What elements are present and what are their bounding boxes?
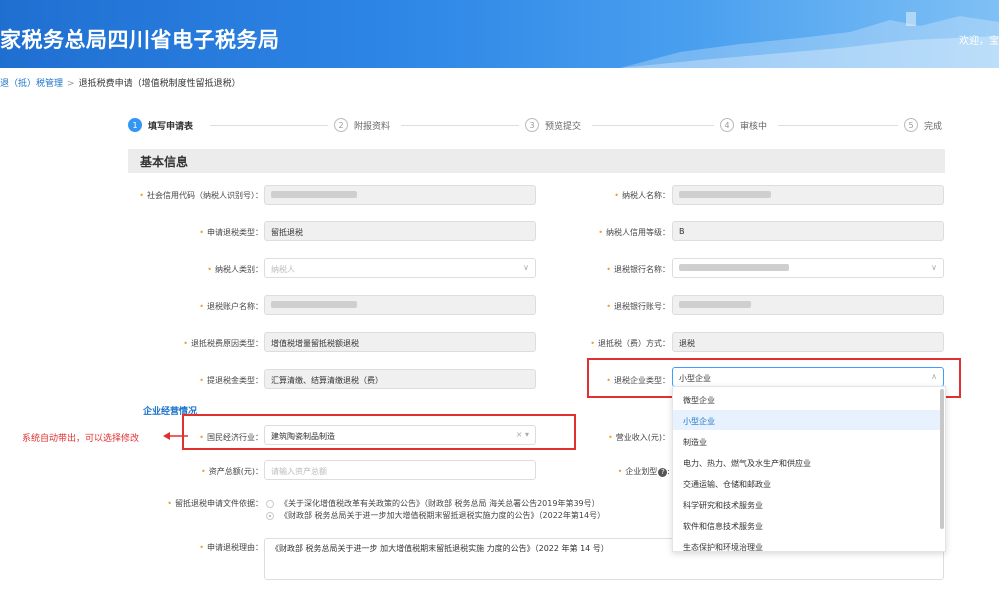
section-basic-info: 基本信息 xyxy=(128,149,945,173)
step-connector xyxy=(778,125,898,126)
taxpayer-name-field[interactable] xyxy=(672,185,944,205)
site-header: 家税务总局四川省电子税务局 欢迎，宝 xyxy=(0,0,999,68)
taxpayer-category-select[interactable]: 纳税人 ∨ xyxy=(264,258,536,278)
step-attachments: 2 附报资料 xyxy=(334,118,390,132)
step-label: 审核中 xyxy=(740,121,768,132)
bank-name-select[interactable]: ∨ xyxy=(672,258,944,278)
step-number: 5 xyxy=(904,118,918,132)
step-label: 附报资料 xyxy=(354,121,391,132)
redacted-value xyxy=(679,301,751,308)
refund-type-label: • 申请退税类型： xyxy=(199,228,263,237)
refund-method-label: • 退抵税（费）方式： xyxy=(590,339,670,348)
dropdown-option[interactable]: 交通运输、仓储和邮政业 xyxy=(673,473,941,493)
clear-dropdown-icon[interactable]: × ▾ xyxy=(516,430,529,439)
assets-label: • 资产总额(元)： xyxy=(201,467,263,476)
dropdown-option[interactable]: 软件和信息技术服务业 xyxy=(673,515,941,535)
enterprise-type-dropdown: 微型企业 小型企业 制造业 电力、热力、燃气及水生产和供应业 交通运输、仓储和邮… xyxy=(672,386,946,552)
credit-level-field[interactable]: B xyxy=(672,221,944,241)
step-done: 5 完成 xyxy=(904,118,942,132)
assets-input[interactable]: 请输入资产总额 xyxy=(264,460,536,480)
bank-account-label: • 退税银行账号： xyxy=(606,302,670,311)
breadcrumb-separator: > xyxy=(67,79,75,89)
step-number: 2 xyxy=(334,118,348,132)
credit-code-field[interactable] xyxy=(264,185,536,205)
reason-label: • 申请退税理由： xyxy=(199,543,263,552)
progress-steps: 1 填写申请表 2 附报资料 3 预览提交 4 审核中 5 完成 xyxy=(128,118,945,134)
dropdown-option[interactable]: 微型企业 xyxy=(673,389,941,409)
step-label: 预览提交 xyxy=(545,121,582,132)
industry-select[interactable]: 建筑陶瓷制品制造 × ▾ xyxy=(264,425,536,445)
industry-label: • 国民经济行业： xyxy=(199,433,263,442)
dropdown-option[interactable]: 制造业 xyxy=(673,431,941,451)
account-name-field[interactable] xyxy=(264,295,536,315)
taxpayer-category-label: • 纳税人类别： xyxy=(207,265,263,274)
credit-code-label: • 社会信用代码（纳税人识别号）： xyxy=(139,191,263,200)
revenue-label: • 营业收入(元)： xyxy=(608,433,670,442)
bank-name-label: • 退税银行名称： xyxy=(606,265,670,274)
dropdown-option[interactable]: 电力、热力、燃气及水生产和供应业 xyxy=(673,452,941,472)
dropdown-option[interactable]: 科学研究和技术服务业 xyxy=(673,494,941,514)
refund-method-field[interactable]: 退税 xyxy=(672,332,944,352)
scale-label: • 企业划型?: xyxy=(617,467,670,477)
step-number: 4 xyxy=(720,118,734,132)
step-fill-form: 1 填写申请表 xyxy=(128,118,193,132)
required-mark: • xyxy=(139,191,144,200)
step-connector xyxy=(210,125,328,126)
chevron-down-icon: ∨ xyxy=(931,263,937,272)
breadcrumb: 退（抵）税管理 > 退抵税费申请（增值税制度性留抵退税） xyxy=(0,76,241,89)
bank-account-field[interactable] xyxy=(672,295,944,315)
dropdown-option-selected[interactable]: 小型企业 xyxy=(673,410,941,430)
account-name-label: • 退税账户名称： xyxy=(199,302,263,311)
redacted-value xyxy=(271,301,357,308)
breadcrumb-current: 退抵税费申请（增值税制度性留抵退税） xyxy=(78,79,241,89)
step-connector xyxy=(592,125,714,126)
annotation-text: 系统自动带出，可以选择修改 xyxy=(22,434,140,444)
reason-type-field[interactable]: 增值税增量留抵税额退税 xyxy=(264,332,536,352)
step-preview: 3 预览提交 xyxy=(525,118,581,132)
credit-level-label: • 纳税人信用等级： xyxy=(598,228,670,237)
dropdown-option[interactable]: 生态保护和环境治理业 xyxy=(673,536,941,551)
welcome-text: 欢迎，宝 xyxy=(959,36,999,47)
step-number: 3 xyxy=(525,118,539,132)
dropdown-scrollbar[interactable] xyxy=(940,389,944,529)
radio-button[interactable] xyxy=(266,511,274,520)
fund-type-field[interactable]: 汇算清缴、结算清缴退税（费） xyxy=(264,369,536,389)
breadcrumb-parent-link[interactable]: 退（抵）税管理 xyxy=(0,79,63,89)
step-label: 完成 xyxy=(924,121,943,132)
refund-type-field[interactable]: 留抵退税 xyxy=(264,221,536,241)
site-title: 家税务总局四川省电子税务局 xyxy=(0,28,280,52)
step-number: 1 xyxy=(128,118,142,132)
great-wall-illustration xyxy=(620,12,999,68)
fund-type-label: • 提退税金类型： xyxy=(199,376,263,385)
doc-basis-option-1[interactable]: 《关于深化增值税改革有关政策的公告》（财政部 税务总局 海关总署公告2019年第… xyxy=(266,498,600,509)
help-icon[interactable]: ? xyxy=(658,468,668,477)
section-title: 基本信息 xyxy=(140,155,189,169)
redacted-value xyxy=(271,191,357,198)
taxpayer-name-label: • 纳税人名称： xyxy=(614,191,670,200)
radio-button[interactable] xyxy=(266,499,274,508)
reason-type-label: • 退抵税费原因类型： xyxy=(183,339,263,348)
redacted-value xyxy=(679,191,771,198)
step-label: 填写申请表 xyxy=(148,121,194,132)
redacted-value xyxy=(679,264,789,271)
step-connector xyxy=(401,125,519,126)
arrow-left-icon xyxy=(163,432,188,440)
doc-basis-label: • 留抵退税申请文件依据： xyxy=(167,499,263,508)
doc-basis-option-2[interactable]: 《财政部 税务总局关于进一步加大增值税期末留抵退税实施力度的公告》（2022年第… xyxy=(266,510,605,521)
chevron-down-icon: ∨ xyxy=(523,263,529,272)
step-review: 4 审核中 xyxy=(720,118,767,132)
